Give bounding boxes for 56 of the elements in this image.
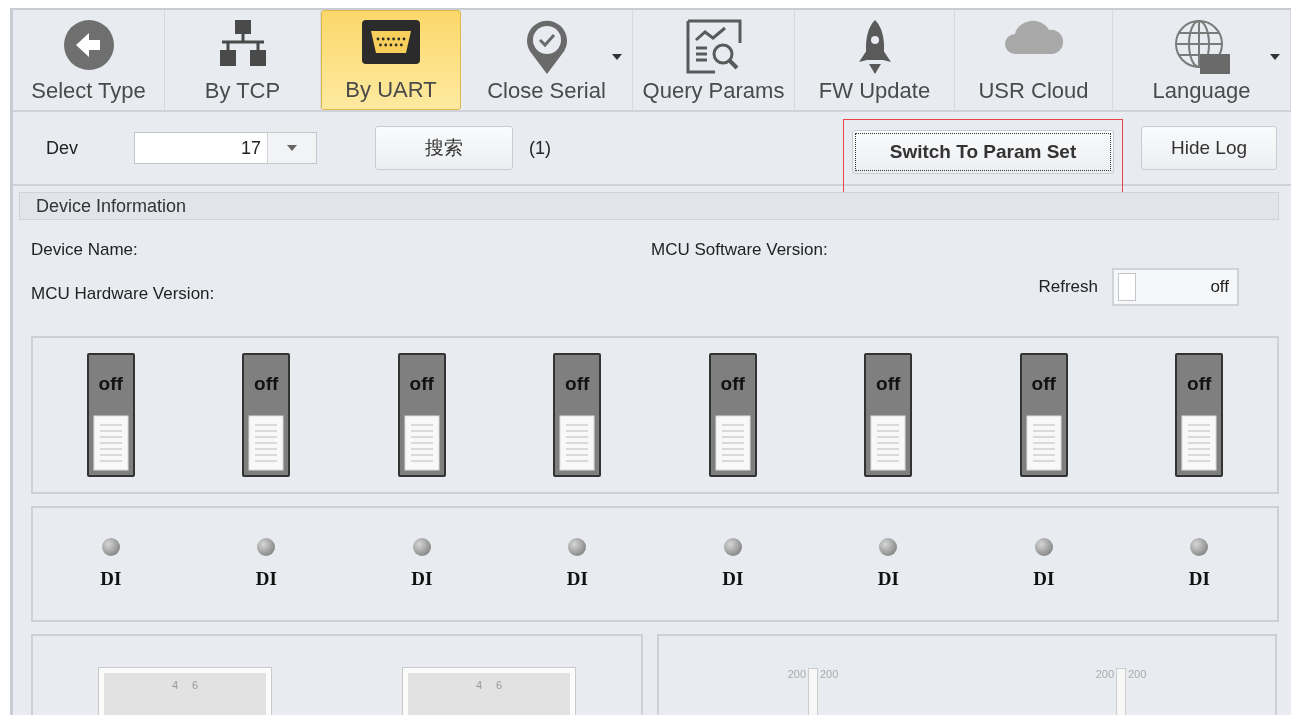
input-label: DI [255,568,277,590]
caret-icon[interactable] [612,54,622,60]
input-label: DI [566,568,588,590]
toggle-switch[interactable]: off [86,353,135,477]
refresh-toggle[interactable]: off [1112,268,1239,306]
caret-icon[interactable] [1270,54,1280,60]
caret-icon [287,145,297,151]
slider-thumb-icon[interactable] [92,415,129,471]
mcu-software-label: MCU Software Version: [651,240,829,260]
toolbar-button[interactable]: USR Cloud [955,10,1113,110]
toolbar-button[interactable]: Close Serial [461,10,633,110]
input-label: DI [722,568,744,590]
serial-port-icon [361,19,421,67]
toggle-switch[interactable]: off [242,353,291,477]
dev-label: Dev [46,137,78,159]
toolbar-button[interactable]: Query Params [633,10,795,110]
refresh-label: Refresh [1038,277,1098,297]
gauge-scale-label: 200 [1128,668,1147,680]
mcu-hardware-label: MCU Hardware Version: [31,284,216,304]
device-name-label: Device Name: [31,240,139,260]
analog-meter: 4 6 [403,668,575,715]
slider-thumb-icon[interactable] [559,415,596,471]
gauge-scale-label: 200 [820,668,839,680]
slider-thumb-icon[interactable] [1181,415,1218,471]
toolbar-button[interactable]: Language [1113,10,1291,110]
slider-thumb-icon[interactable] [870,415,907,471]
toolbar-button[interactable]: FW Update [795,10,955,110]
input-label: DI [411,568,433,590]
switch-param-button[interactable]: Switch To Param Set [852,130,1114,174]
toolbar-button[interactable]: By TCP [165,10,321,110]
cloud-icon [1002,18,1065,56]
toggle-switch[interactable]: off [397,353,446,477]
slider-thumb-icon[interactable] [403,415,440,471]
gauge-scale-label: 200 [787,668,806,680]
input-label: DI [1188,568,1210,590]
chart-search-icon [684,18,743,74]
gauge-scale-label: 200 [1095,668,1114,680]
toggle-switch[interactable]: off [864,353,913,477]
toggle-switch[interactable]: off [708,353,757,477]
toggle-switch[interactable]: off [553,353,602,477]
search-button[interactable]: 搜索 [375,126,513,170]
slider-thumb-icon[interactable] [714,415,751,471]
device-count: (1) [529,137,551,159]
slider-thumb-icon[interactable] [1025,415,1062,471]
toolbar-button[interactable]: By UART [321,10,461,110]
input-label: DI [1033,568,1055,590]
group-title: Device Information [19,192,1279,220]
toggle-switch[interactable]: off [1175,353,1224,477]
slider-thumb-icon[interactable] [248,415,285,471]
analog-meter: 4 6 [99,668,271,715]
input-label: DI [100,568,122,590]
dev-dropdown[interactable]: 17 [134,132,317,164]
toggle-switch[interactable]: off [1019,353,1068,477]
toolbar-button[interactable]: Select Type [13,10,165,110]
input-label: DI [877,568,899,590]
hide-log-button[interactable]: Hide Log [1141,126,1277,170]
